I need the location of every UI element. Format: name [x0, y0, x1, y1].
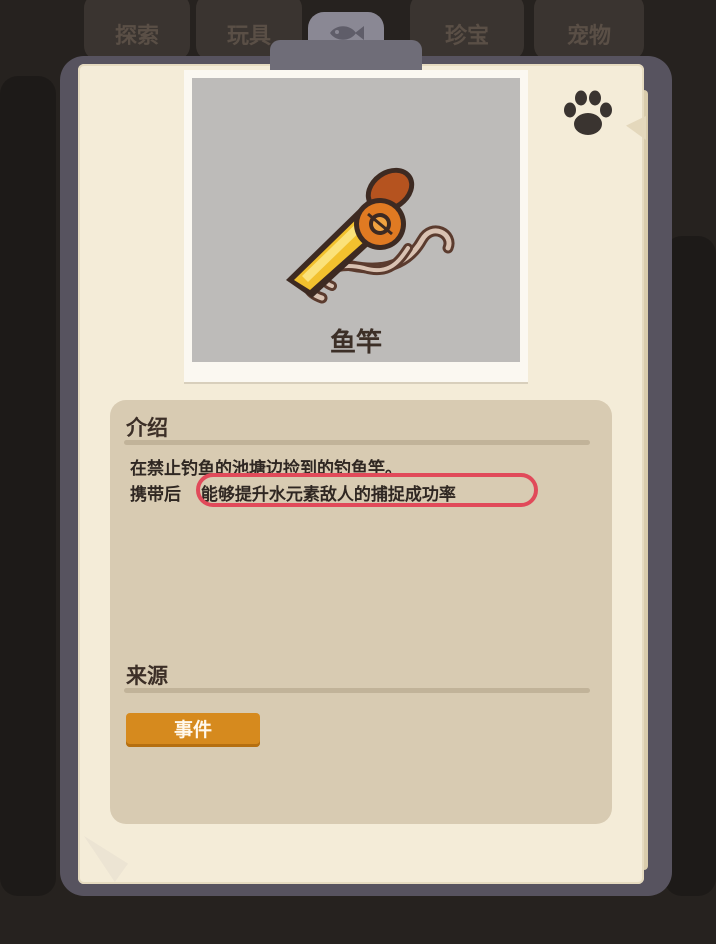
highlight-circle [196, 473, 538, 507]
intro-heading: 介绍 [126, 416, 168, 440]
source-heading: 来源 [126, 664, 168, 688]
item-photo: 鱼竿 [192, 78, 520, 362]
bg-tab-pets: 宠物 [534, 0, 644, 60]
fishing-rod-icon [286, 167, 455, 304]
background-left-panel [0, 76, 56, 896]
source-event-button[interactable]: 事件 [126, 713, 260, 747]
bg-tab-treasure: 珍宝 [410, 0, 524, 60]
fish-icon [330, 26, 364, 40]
effect-prefix: 携带后 [130, 485, 181, 505]
info-panel: 介绍 在禁止钓鱼的池塘边捡到的钓鱼竿。 携带后 能够提升水元素敌人的捕捉成功率 … [110, 400, 612, 824]
bg-tab-explore: 探索 [84, 0, 190, 60]
source-divider [124, 688, 590, 693]
item-photo-frame: 鱼竿 [184, 70, 528, 382]
item-name: 鱼竿 [329, 328, 382, 358]
paw-icon[interactable] [560, 86, 616, 142]
intro-divider [124, 440, 590, 445]
